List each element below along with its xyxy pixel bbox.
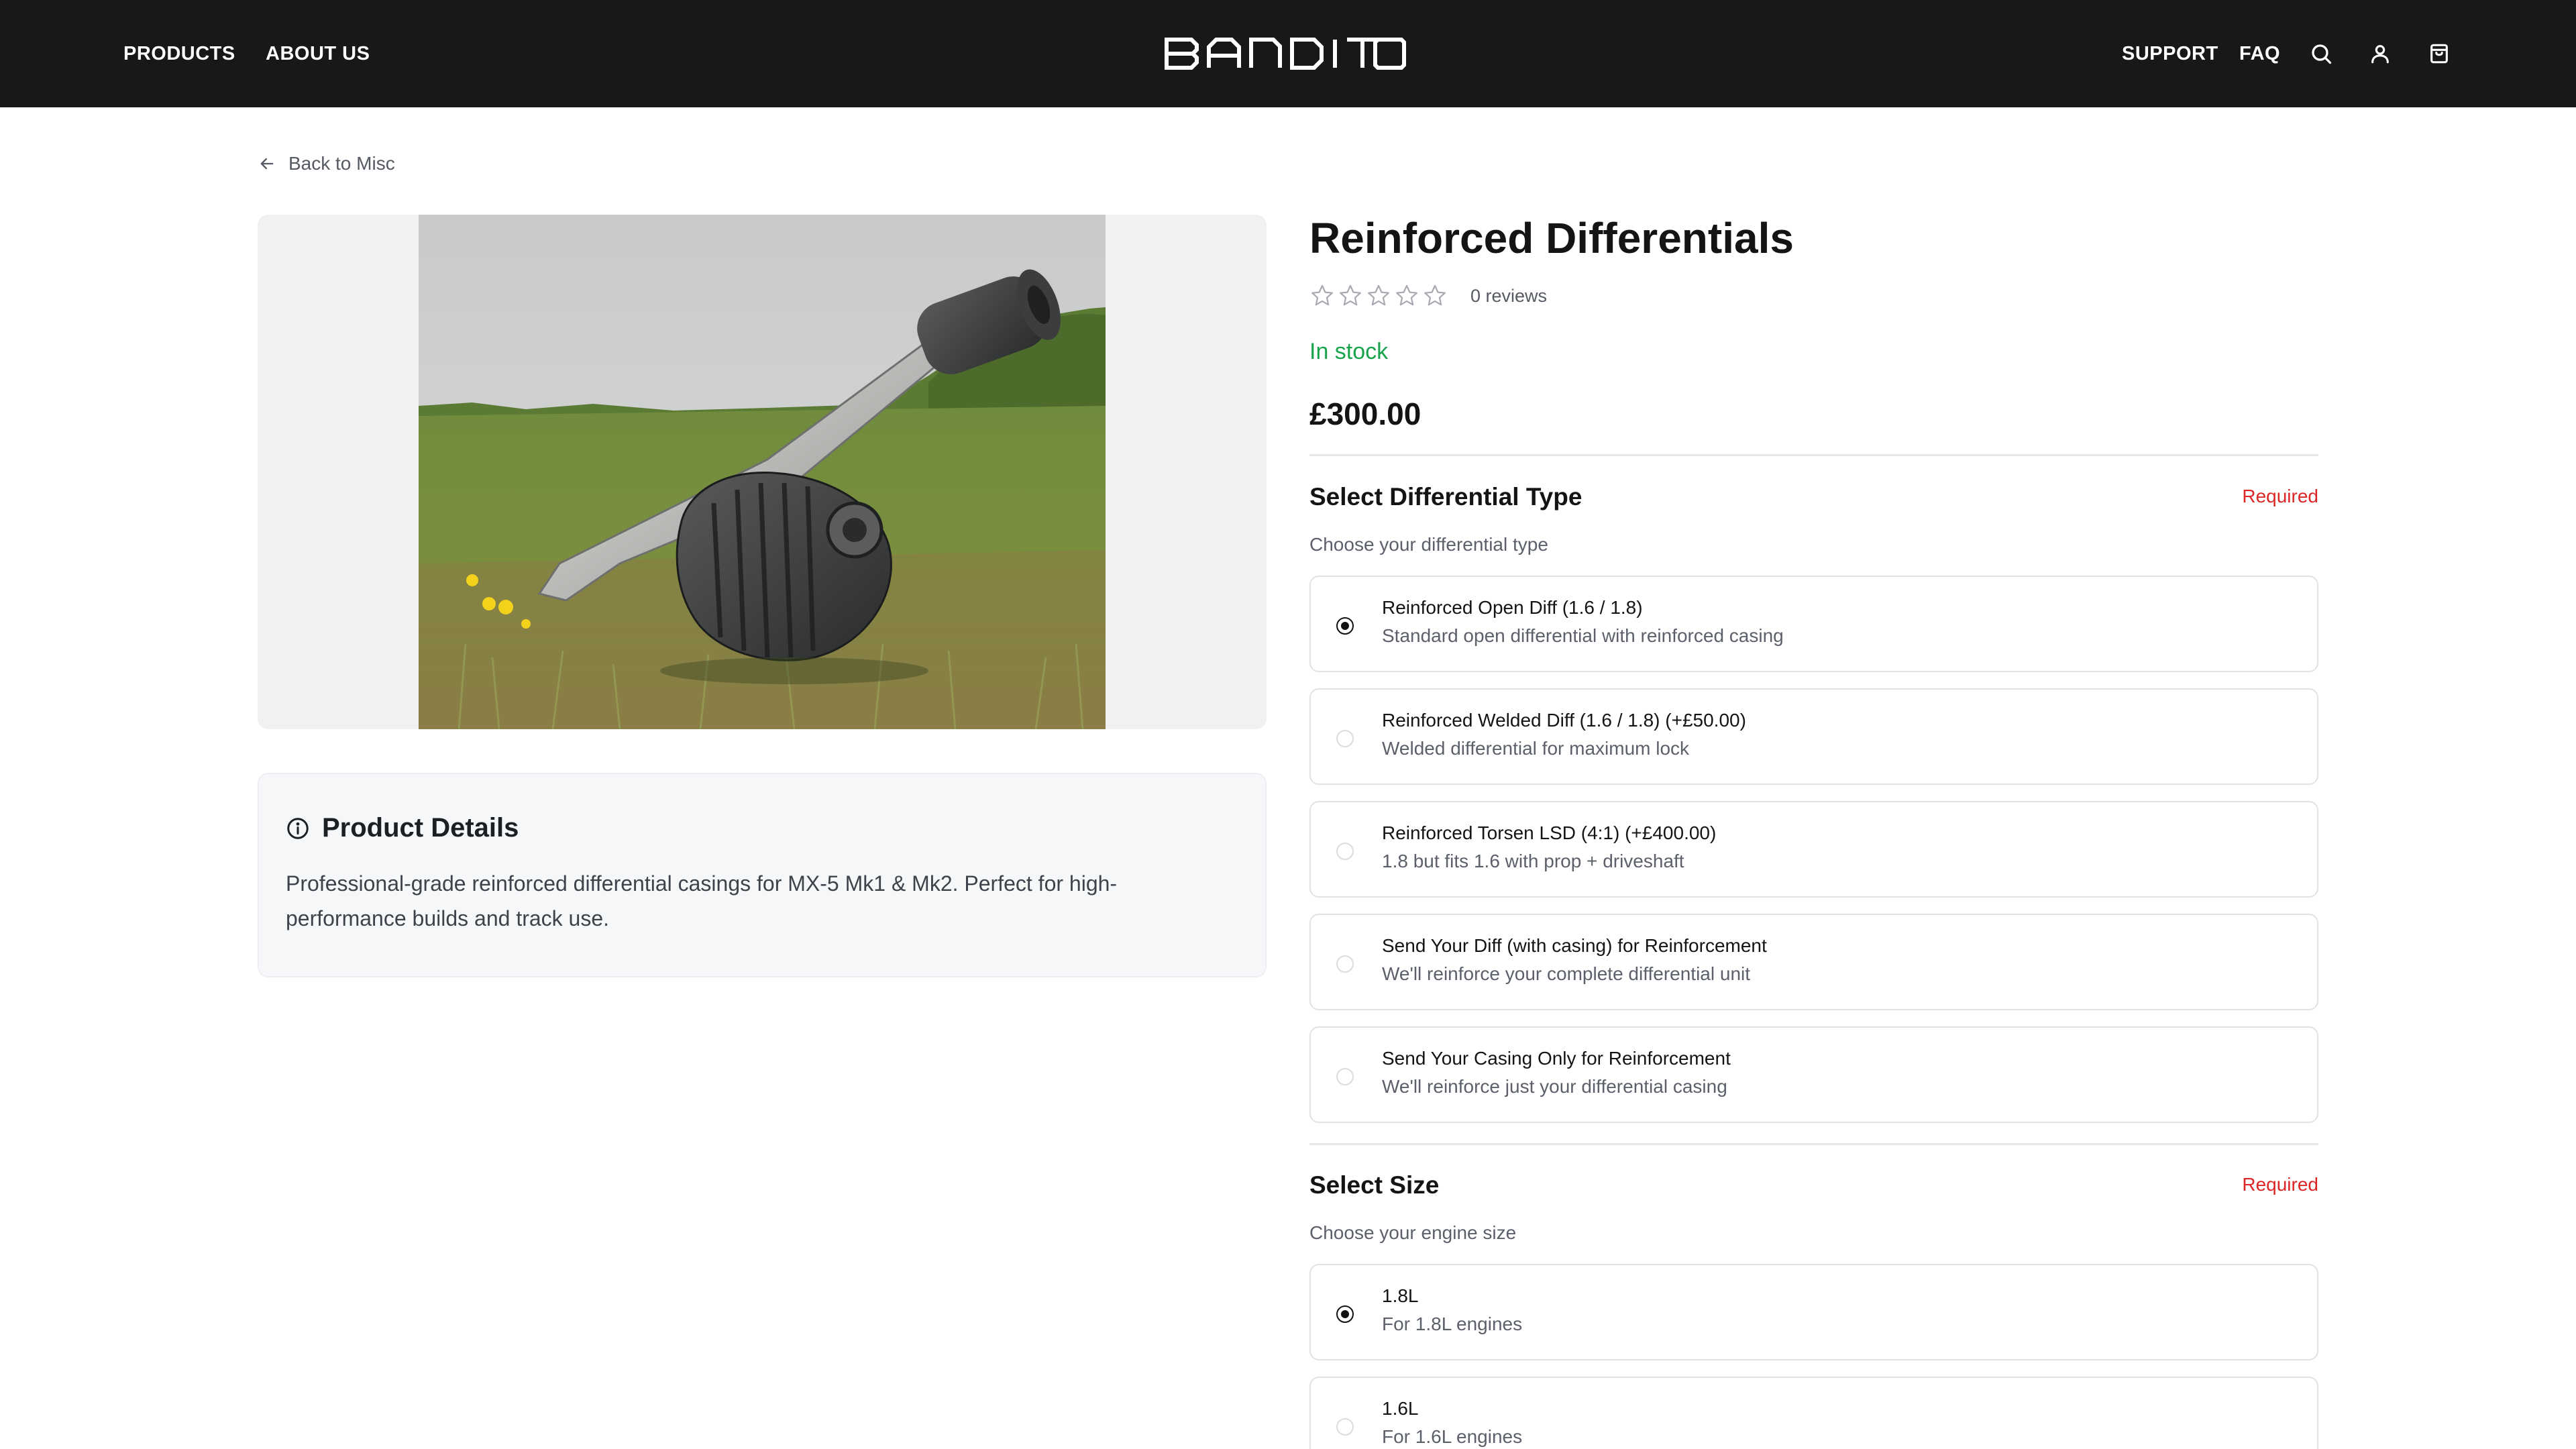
option-send-casing[interactable]: Send Your Casing Only for Reinforcement …	[1309, 1026, 2318, 1123]
radio-button[interactable]	[1336, 955, 1354, 973]
differential-type-title: Select Differential Type	[1309, 483, 1582, 511]
option-description: 1.8 but fits 1.6 with prop + driveshaft	[1382, 851, 1684, 871]
option-description: We'll reinforce just your differential c…	[1382, 1076, 1727, 1097]
option-label: Reinforced Torsen LSD (4:1) (+£400.00)	[1382, 822, 1717, 843]
option-label: Reinforced Welded Diff (1.6 / 1.8) (+£50…	[1382, 710, 1746, 731]
product-details-title: Product Details	[322, 813, 519, 843]
option-description: Standard open differential with reinforc…	[1382, 625, 1784, 646]
back-to-misc-link[interactable]: Back to Misc	[258, 152, 395, 176]
star-icon	[1396, 284, 1417, 306]
product-title: Reinforced Differentials	[1309, 214, 1794, 262]
option-description: Welded differential for maximum lock	[1382, 738, 1690, 759]
nav-about-us[interactable]: ABOUT US	[266, 42, 370, 66]
arrow-left-icon	[260, 158, 274, 170]
cart-icon[interactable]	[2424, 39, 2454, 68]
option-welded-diff[interactable]: Reinforced Welded Diff (1.6 / 1.8) (+£50…	[1309, 688, 2318, 785]
product-details-header: Product Details	[286, 813, 519, 843]
option-description: We'll reinforce your complete differenti…	[1382, 963, 1751, 984]
product-photo[interactable]	[419, 215, 1106, 729]
star-rating[interactable]: 0 reviews	[1309, 283, 1547, 309]
product-details-card: Product Details Professional-grade reinf…	[258, 773, 1267, 977]
option-description: For 1.6L engines	[1382, 1426, 1523, 1447]
top-navigation-bar: PRODUCTS ABOUT US SUPPORT FAQ	[0, 0, 2576, 107]
account-icon[interactable]	[2365, 39, 2395, 68]
differential-type-subtitle: Choose your differential type	[1309, 534, 1548, 555]
bandito-logo[interactable]	[1165, 34, 1406, 74]
option-description: For 1.8L engines	[1382, 1313, 1523, 1334]
radio-button[interactable]	[1336, 1068, 1354, 1085]
option-send-diff[interactable]: Send Your Diff (with casing) for Reinfor…	[1309, 914, 2318, 1010]
divider	[1309, 454, 2318, 456]
option-size-1-6l[interactable]: 1.6L For 1.6L engines	[1309, 1377, 2318, 1449]
product-description: Professional-grade reinforced differenti…	[286, 871, 1118, 930]
size-subtitle: Choose your engine size	[1309, 1222, 1517, 1243]
star-icon	[1368, 284, 1389, 306]
back-link-label: Back to Misc	[288, 153, 395, 174]
option-torsen-lsd[interactable]: Reinforced Torsen LSD (4:1) (+£400.00) 1…	[1309, 801, 2318, 898]
star-icon	[1340, 284, 1361, 306]
product-price: £300.00	[1309, 396, 1421, 431]
radio-button[interactable]	[1336, 1418, 1354, 1436]
radio-button[interactable]	[1336, 617, 1354, 635]
size-title: Select Size	[1309, 1171, 1440, 1199]
required-badge: Required	[2242, 486, 2318, 506]
star-icon	[1311, 284, 1333, 306]
star-icon	[1424, 284, 1446, 306]
radio-button[interactable]	[1336, 730, 1354, 747]
nav-products[interactable]: PRODUCTS	[123, 42, 235, 66]
radio-button[interactable]	[1336, 1305, 1354, 1323]
radio-button[interactable]	[1336, 843, 1354, 860]
divider	[1309, 1143, 2318, 1145]
required-badge: Required	[2242, 1174, 2318, 1195]
search-icon[interactable]	[2306, 39, 2336, 68]
option-open-diff[interactable]: Reinforced Open Diff (1.6 / 1.8) Standar…	[1309, 576, 2318, 672]
option-size-1-8l[interactable]: 1.8L For 1.8L engines	[1309, 1264, 2318, 1360]
option-label: Send Your Diff (with casing) for Reinfor…	[1382, 935, 1767, 956]
nav-support[interactable]: SUPPORT	[2122, 42, 2218, 66]
option-label: 1.8L	[1382, 1285, 1419, 1306]
stock-status: In stock	[1309, 339, 1389, 364]
info-icon	[287, 817, 309, 839]
option-label: Send Your Casing Only for Reinforcement	[1382, 1048, 1731, 1069]
option-label: Reinforced Open Diff (1.6 / 1.8)	[1382, 597, 1643, 618]
reviews-count[interactable]: 0 reviews	[1470, 286, 1547, 307]
option-label: 1.6L	[1382, 1398, 1419, 1419]
nav-faq[interactable]: FAQ	[2239, 42, 2280, 66]
product-image-gallery	[258, 215, 1267, 729]
